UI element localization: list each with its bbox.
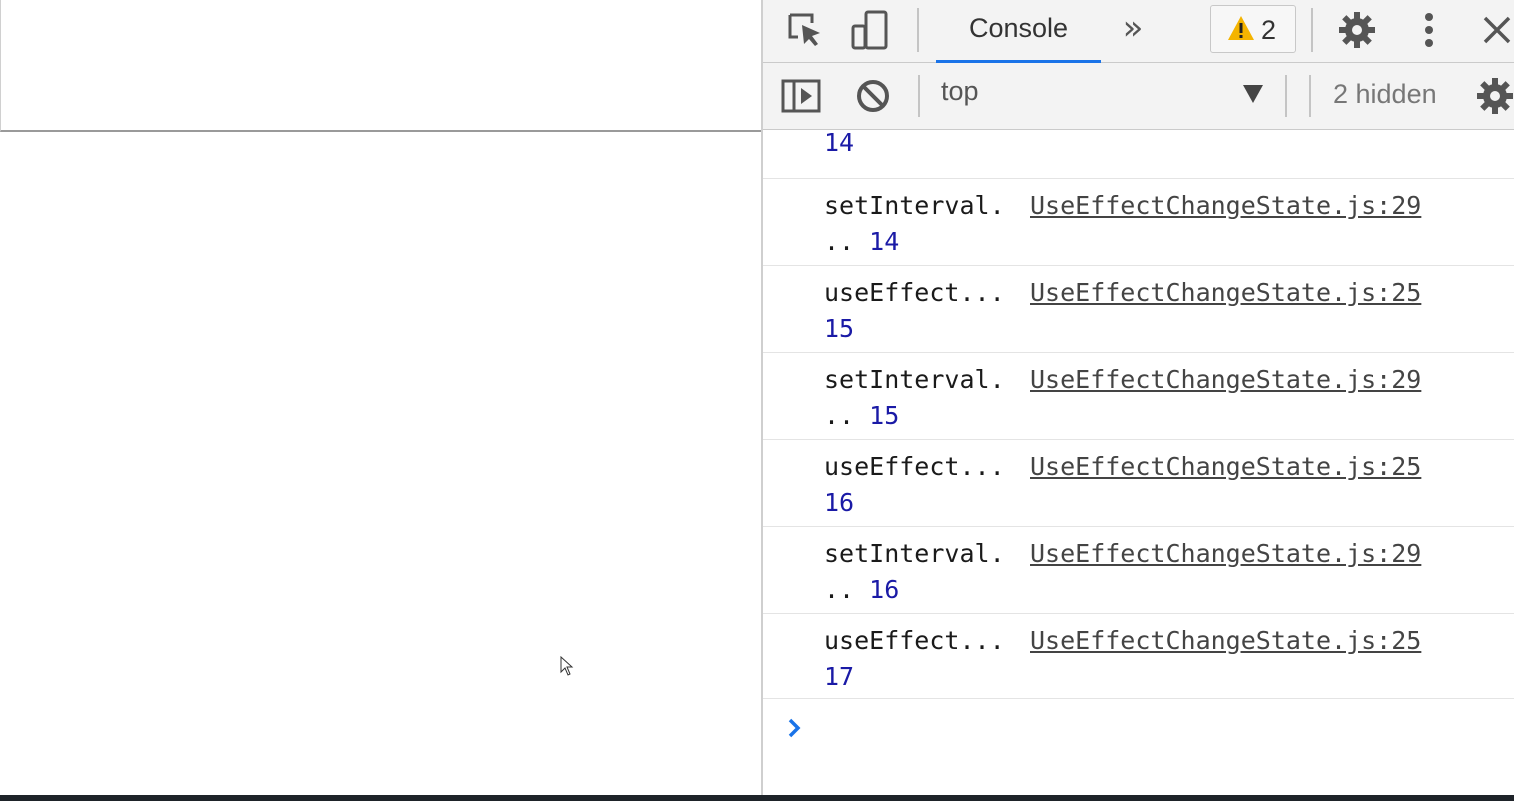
source-link[interactable]: UseEffectChangeState.js:25 bbox=[1030, 452, 1421, 481]
message-continuation: .. bbox=[824, 575, 855, 604]
console-message-row: setInterval. UseEffectChangeState.js:29 … bbox=[763, 179, 1514, 266]
console-message-row: useEffect... UseEffectChangeState.js:25 … bbox=[763, 614, 1514, 699]
window-bottom-edge bbox=[0, 795, 1514, 801]
toolbar-divider bbox=[918, 75, 920, 117]
source-link[interactable]: UseEffectChangeState.js:25 bbox=[1030, 278, 1421, 307]
warnings-count: 2 bbox=[1261, 15, 1277, 45]
logged-value: 16 bbox=[869, 575, 900, 604]
logged-value: 14 bbox=[869, 227, 900, 256]
source-link[interactable]: UseEffectChangeState.js:29 bbox=[1030, 191, 1421, 220]
console-message-row: setInterval. UseEffectChangeState.js:29 … bbox=[763, 527, 1514, 614]
console-message-row: useEffect... UseEffectChangeState.js:25 … bbox=[763, 440, 1514, 527]
console-toolbar: top 2 hidden bbox=[763, 63, 1514, 130]
console-settings-gear-icon[interactable] bbox=[1475, 76, 1514, 116]
kebab-menu-icon[interactable] bbox=[1409, 10, 1449, 50]
prompt-chevron-icon[interactable] bbox=[785, 714, 805, 742]
message-continuation: .. bbox=[824, 227, 855, 256]
inspect-element-icon[interactable] bbox=[785, 10, 825, 50]
console-message-row: 14 bbox=[763, 130, 1514, 179]
device-toolbar-icon[interactable] bbox=[850, 10, 890, 50]
devtools-tabbar: Console » 2 bbox=[763, 0, 1514, 63]
message-text: useEffect... bbox=[824, 278, 1005, 307]
mouse-cursor-icon bbox=[560, 656, 574, 676]
logged-value: 16 bbox=[824, 488, 855, 517]
logged-value: 15 bbox=[869, 401, 900, 430]
console-message-row: useEffect... UseEffectChangeState.js:25 … bbox=[763, 266, 1514, 353]
source-link[interactable]: UseEffectChangeState.js:29 bbox=[1030, 365, 1421, 394]
toolbar-divider bbox=[917, 8, 919, 52]
console-messages: 14 setInterval. UseEffectChangeState.js:… bbox=[763, 130, 1514, 795]
tab-console[interactable]: Console bbox=[936, 0, 1101, 63]
message-continuation: .. bbox=[824, 401, 855, 430]
gear-icon[interactable] bbox=[1337, 10, 1377, 50]
devtools-panel: Console » 2 top 2 hidden 14 setInterval.… bbox=[763, 0, 1514, 795]
toolbar-divider bbox=[1309, 75, 1311, 117]
message-text: useEffect... bbox=[824, 452, 1005, 481]
logged-value: 17 bbox=[824, 662, 855, 691]
page-viewport bbox=[0, 0, 762, 795]
toolbar-divider bbox=[1285, 75, 1287, 117]
tab-console-label: Console bbox=[968, 13, 1069, 43]
logged-value: 14 bbox=[824, 130, 855, 157]
source-link[interactable]: UseEffectChangeState.js:25 bbox=[1030, 626, 1421, 655]
hidden-messages-count[interactable]: 2 hidden bbox=[1333, 79, 1437, 110]
clear-console-icon[interactable] bbox=[853, 76, 893, 116]
message-text: setInterval. bbox=[824, 365, 1005, 394]
warnings-counter-button[interactable]: 2 bbox=[1210, 5, 1296, 53]
toolbar-divider bbox=[1311, 8, 1313, 52]
context-selector-value: top bbox=[941, 76, 979, 106]
message-text: useEffect... bbox=[824, 626, 1005, 655]
warning-triangle-icon bbox=[1228, 16, 1254, 40]
logged-value: 15 bbox=[824, 314, 855, 343]
console-message-row: setInterval. UseEffectChangeState.js:29 … bbox=[763, 353, 1514, 440]
show-sidebar-icon[interactable] bbox=[781, 76, 821, 116]
message-text: setInterval. bbox=[824, 539, 1005, 568]
source-link[interactable]: UseEffectChangeState.js:29 bbox=[1030, 539, 1421, 568]
more-tabs-button[interactable]: » bbox=[1113, 10, 1153, 50]
page-header bbox=[0, 0, 761, 132]
close-icon[interactable] bbox=[1477, 10, 1514, 50]
dropdown-arrow-icon bbox=[1243, 85, 1263, 103]
message-text: setInterval. bbox=[824, 191, 1005, 220]
